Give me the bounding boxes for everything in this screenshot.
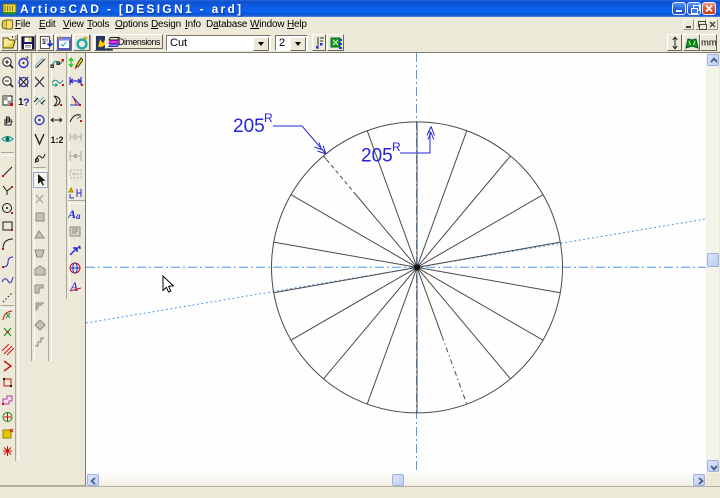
svg-text:205: 205 — [233, 116, 265, 137]
svg-text:1: 1 — [42, 39, 46, 46]
svg-text:205: 205 — [361, 146, 393, 167]
svg-text:1:2: 1:2 — [51, 135, 64, 145]
svg-text:mm: mm — [701, 38, 716, 49]
svg-text:a: a — [76, 211, 81, 221]
svg-text:?: ? — [23, 97, 30, 108]
svg-text:R: R — [392, 140, 401, 154]
svg-text:R: R — [264, 111, 273, 125]
svg-text:A: A — [68, 207, 76, 221]
